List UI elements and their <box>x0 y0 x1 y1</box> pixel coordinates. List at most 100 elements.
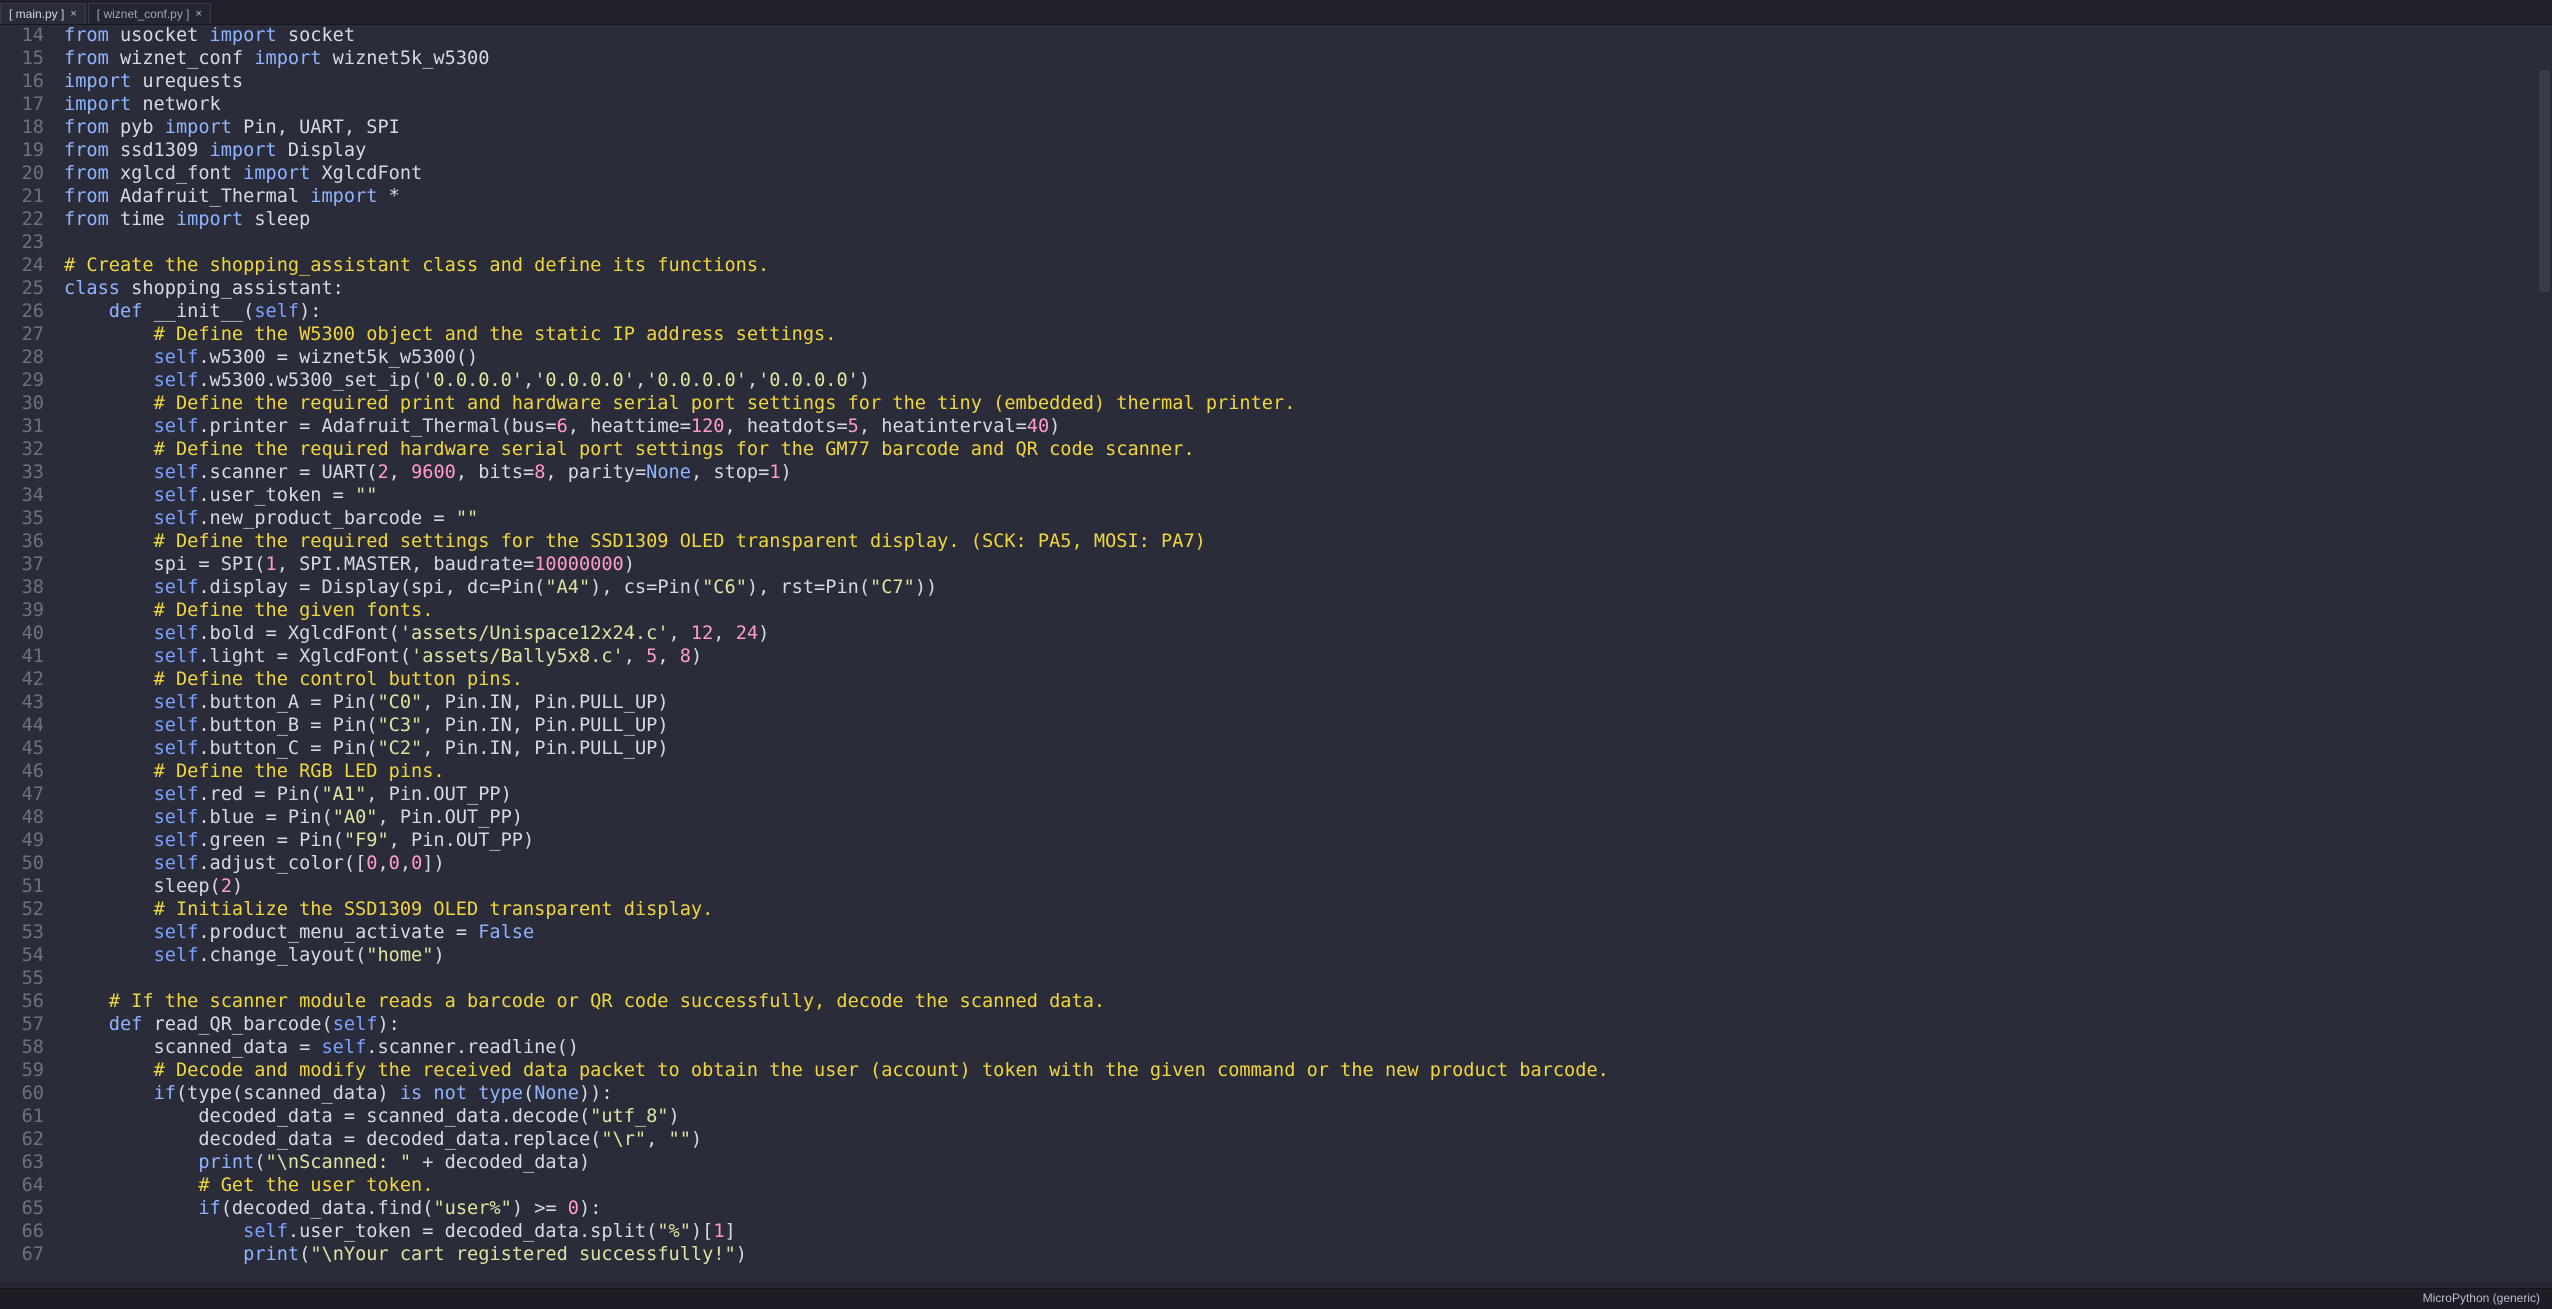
code-line[interactable]: 32 # Define the required hardware serial… <box>0 438 2536 461</box>
code-token: ): <box>377 1014 399 1035</box>
code-token: # Define the W5300 object and the static… <box>154 324 837 345</box>
vertical-scrollbar[interactable] <box>2539 70 2550 292</box>
line-number: 30 <box>0 392 64 415</box>
code-line[interactable]: 22from time import sleep <box>0 208 2536 231</box>
code-token: ): <box>299 301 321 322</box>
code-line[interactable]: 24# Create the shopping_assistant class … <box>0 254 2536 277</box>
code-line[interactable]: 63 print("\nScanned: " + decoded_data) <box>0 1151 2536 1174</box>
line-code: scanned_data = self.scanner.readline() <box>64 1036 579 1059</box>
line-number: 64 <box>0 1174 64 1197</box>
code-line[interactable]: 27 # Define the W5300 object and the sta… <box>0 323 2536 346</box>
line-code: decoded_data = decoded_data.replace("\r"… <box>64 1128 702 1151</box>
code-line[interactable]: 15from wiznet_conf import wiznet5k_w5300 <box>0 47 2536 70</box>
code-line[interactable]: 62 decoded_data = decoded_data.replace("… <box>0 1128 2536 1151</box>
code-token: .scanner = UART( <box>198 462 377 483</box>
code-line[interactable]: 66 self.user_token = decoded_data.split(… <box>0 1220 2536 1243</box>
code-token: self <box>154 577 199 598</box>
code-line[interactable]: 53 self.product_menu_activate = False <box>0 921 2536 944</box>
code-token: 1 <box>769 462 780 483</box>
code-line[interactable]: 51 sleep(2) <box>0 875 2536 898</box>
code-line[interactable]: 34 self.user_token = "" <box>0 484 2536 507</box>
code-line[interactable]: 14from usocket import socket <box>0 24 2536 47</box>
code-line[interactable]: 25class shopping_assistant: <box>0 277 2536 300</box>
code-line[interactable]: 52 # Initialize the SSD1309 OLED transpa… <box>0 898 2536 921</box>
code-token: , <box>747 370 758 391</box>
code-token: .blue = Pin( <box>198 807 332 828</box>
code-line[interactable]: 42 # Define the control button pins. <box>0 668 2536 691</box>
code-line[interactable]: 33 self.scanner = UART(2, 9600, bits=8, … <box>0 461 2536 484</box>
code-line[interactable]: 49 self.green = Pin("F9", Pin.OUT_PP) <box>0 829 2536 852</box>
line-code: # Create the shopping_assistant class an… <box>64 254 769 277</box>
code-line[interactable]: 18from pyb import Pin, UART, SPI <box>0 116 2536 139</box>
code-token: "" <box>355 485 377 506</box>
code-line[interactable]: 58 scanned_data = self.scanner.readline(… <box>0 1036 2536 1059</box>
line-code: self.new_product_barcode = "" <box>64 507 478 530</box>
code-line[interactable]: 56 # If the scanner module reads a barco… <box>0 990 2536 1013</box>
code-line[interactable]: 26 def __init__(self): <box>0 300 2536 323</box>
code-line[interactable]: 30 # Define the required print and hardw… <box>0 392 2536 415</box>
code-line[interactable]: 16import urequests <box>0 70 2536 93</box>
tab-main-py[interactable]: [ main.py ] × <box>0 3 86 24</box>
line-code: self.button_C = Pin("C2", Pin.IN, Pin.PU… <box>64 737 669 760</box>
code-line[interactable]: 64 # Get the user token. <box>0 1174 2536 1197</box>
code-line[interactable]: 17import network <box>0 93 2536 116</box>
code-line[interactable]: 35 self.new_product_barcode = "" <box>0 507 2536 530</box>
code-token: , <box>657 646 679 667</box>
code-token <box>64 370 154 391</box>
code-line[interactable]: 23 <box>0 231 2536 254</box>
code-token: "" <box>456 508 478 529</box>
code-token: , <box>400 853 411 874</box>
code-token <box>64 1014 109 1035</box>
code-line[interactable]: 43 self.button_A = Pin("C0", Pin.IN, Pin… <box>0 691 2536 714</box>
code-line[interactable]: 57 def read_QR_barcode(self): <box>0 1013 2536 1036</box>
code-line[interactable]: 61 decoded_data = scanned_data.decode("u… <box>0 1105 2536 1128</box>
line-number: 45 <box>0 737 64 760</box>
line-number: 38 <box>0 576 64 599</box>
code-token: self <box>154 485 199 506</box>
code-token: self <box>154 416 199 437</box>
line-code: from ssd1309 import Display <box>64 139 366 162</box>
code-line[interactable]: 40 self.bold = XglcdFont('assets/Unispac… <box>0 622 2536 645</box>
code-line[interactable]: 36 # Define the required settings for th… <box>0 530 2536 553</box>
code-line[interactable]: 29 self.w5300.w5300_set_ip('0.0.0.0','0.… <box>0 369 2536 392</box>
code-token: , <box>523 370 534 391</box>
tab-label: [ wiznet_conf.py ] <box>97 7 190 21</box>
code-line[interactable]: 31 self.printer = Adafruit_Thermal(bus=6… <box>0 415 2536 438</box>
code-line[interactable]: 48 self.blue = Pin("A0", Pin.OUT_PP) <box>0 806 2536 829</box>
code-line[interactable]: 37 spi = SPI(1, SPI.MASTER, baudrate=100… <box>0 553 2536 576</box>
code-line[interactable]: 38 self.display = Display(spi, dc=Pin("A… <box>0 576 2536 599</box>
close-icon[interactable]: × <box>196 8 202 20</box>
code-token <box>64 853 154 874</box>
code-token: "" <box>669 1129 691 1150</box>
code-token: (decoded_data.find( <box>221 1198 434 1219</box>
code-line[interactable]: 39 # Define the given fonts. <box>0 599 2536 622</box>
code-token: ssd1309 <box>109 140 210 161</box>
code-line[interactable]: 20from xglcd_font import XglcdFont <box>0 162 2536 185</box>
line-code: self.red = Pin("A1", Pin.OUT_PP) <box>64 783 512 806</box>
close-icon[interactable]: × <box>70 8 76 20</box>
code-line[interactable]: 41 self.light = XglcdFont('assets/Bally5… <box>0 645 2536 668</box>
code-line[interactable]: 44 self.button_B = Pin("C3", Pin.IN, Pin… <box>0 714 2536 737</box>
line-code: # Define the required hardware serial po… <box>64 438 1195 461</box>
code-token: * <box>377 186 399 207</box>
code-line[interactable]: 65 if(decoded_data.find("user%") >= 0): <box>0 1197 2536 1220</box>
tab-wiznet-conf-py[interactable]: [ wiznet_conf.py ] × <box>88 3 211 24</box>
code-editor[interactable]: 14from usocket import socket15from wizne… <box>0 24 2536 1282</box>
code-line[interactable]: 28 self.w5300 = wiznet5k_w5300() <box>0 346 2536 369</box>
code-line[interactable]: 21from Adafruit_Thermal import * <box>0 185 2536 208</box>
code-line[interactable]: 55 <box>0 967 2536 990</box>
code-line[interactable]: 59 # Decode and modify the received data… <box>0 1059 2536 1082</box>
code-line[interactable]: 19from ssd1309 import Display <box>0 139 2536 162</box>
code-line[interactable]: 50 self.adjust_color([0,0,0]) <box>0 852 2536 875</box>
code-token: , Pin.OUT_PP) <box>377 807 523 828</box>
code-token: # Define the required print and hardware… <box>154 393 1296 414</box>
code-line[interactable]: 45 self.button_C = Pin("C2", Pin.IN, Pin… <box>0 737 2536 760</box>
code-line[interactable]: 46 # Define the RGB LED pins. <box>0 760 2536 783</box>
code-line[interactable]: 47 self.red = Pin("A1", Pin.OUT_PP) <box>0 783 2536 806</box>
code-line[interactable]: 60 if(type(scanned_data) is not type(Non… <box>0 1082 2536 1105</box>
language-mode[interactable]: MicroPython (generic) <box>2423 1291 2540 1305</box>
code-line[interactable]: 67 print("\nYour cart registered success… <box>0 1243 2536 1266</box>
code-token: .adjust_color([ <box>198 853 366 874</box>
code-line[interactable]: 54 self.change_layout("home") <box>0 944 2536 967</box>
code-token: 9600 <box>411 462 456 483</box>
